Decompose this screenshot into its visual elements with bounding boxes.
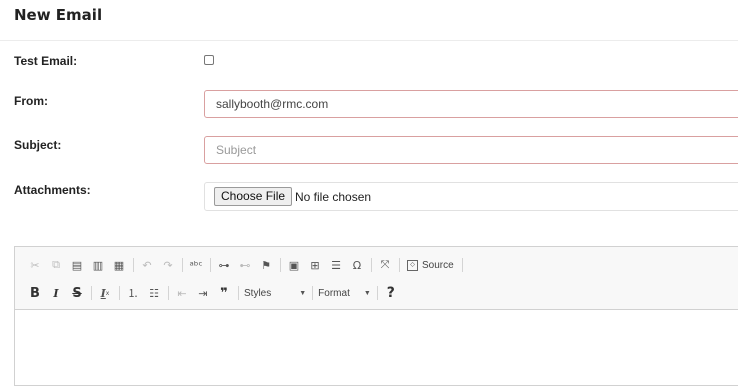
test-email-checkbox[interactable]: [204, 55, 214, 65]
from-input[interactable]: [204, 90, 738, 118]
anchor-icon[interactable]: ⚑: [258, 257, 274, 273]
styles-dropdown[interactable]: Styles ▼: [244, 285, 306, 301]
editor-content-area[interactable]: [15, 310, 738, 387]
page-title: New Email: [14, 6, 103, 24]
paste-word-icon[interactable]: ▦: [111, 257, 127, 273]
toolbar-separator: [461, 258, 463, 272]
toolbar-separator: [91, 286, 92, 300]
format-dropdown[interactable]: Format ▼: [318, 285, 371, 301]
horizontal-rule-icon[interactable]: ☰: [328, 257, 344, 273]
special-char-icon[interactable]: Ω: [349, 257, 365, 273]
maximize-icon[interactable]: ⤧: [377, 257, 393, 273]
toolbar-separator: [376, 286, 378, 300]
choose-file-button[interactable]: Choose File: [214, 187, 293, 206]
toolbar-separator: [399, 258, 400, 272]
indent-icon[interactable]: ⇥: [195, 285, 211, 301]
source-label: Source: [422, 259, 454, 271]
no-file-chosen-text: No file chosen: [295, 190, 372, 204]
attachments-label: Attachments:: [14, 183, 91, 197]
italic-button[interactable]: I: [48, 285, 64, 301]
chevron-down-icon: ▼: [363, 289, 371, 297]
remove-format-icon[interactable]: Ix: [97, 285, 113, 301]
blockquote-icon[interactable]: ❞: [216, 285, 232, 301]
toolbar-separator: [182, 258, 183, 272]
outdent-icon[interactable]: ⇤: [174, 285, 190, 301]
paste-icon[interactable]: ▤: [69, 257, 85, 273]
source-button[interactable]: ◇ Source: [407, 259, 454, 271]
editor-toolbar: ✂ ⧉ ▤ ▥ ▦ ↶ ↷ ᵃᵇᶜ ⊶ ⊷ ⚑ ▣ ⊞ ☰ Ω ⤧ ◇ Sour…: [15, 247, 738, 310]
link-icon[interactable]: ⊶: [216, 257, 232, 273]
attachments-file-input: Choose File No file chosen: [204, 182, 738, 211]
bold-button[interactable]: B: [27, 285, 43, 301]
toolbar-row-2: B I S Ix ⒈ ☷ ⇤ ⇥ ❞ Styles ▼ Format ▼ ?: [27, 283, 404, 303]
chevron-down-icon: ▼: [299, 289, 307, 297]
from-label: From:: [14, 94, 48, 108]
bulleted-list-icon[interactable]: ☷: [146, 285, 162, 301]
toolbar-separator: [168, 286, 169, 300]
source-icon: ◇: [407, 259, 418, 271]
numbered-list-icon[interactable]: ⒈: [125, 285, 141, 301]
table-icon[interactable]: ⊞: [307, 257, 323, 273]
toolbar-separator: [119, 286, 120, 300]
toolbar-separator: [371, 258, 372, 272]
help-button[interactable]: ?: [383, 285, 399, 301]
paste-text-icon[interactable]: ▥: [90, 257, 106, 273]
redo-icon[interactable]: ↷: [160, 257, 176, 273]
subject-label: Subject:: [14, 138, 62, 152]
toolbar-separator: [133, 258, 134, 272]
toolbar-row-1: ✂ ⧉ ▤ ▥ ▦ ↶ ↷ ᵃᵇᶜ ⊶ ⊷ ⚑ ▣ ⊞ ☰ Ω ⤧ ◇ Sour…: [27, 255, 468, 275]
toolbar-separator: [280, 258, 281, 272]
toolbar-separator: [210, 258, 211, 272]
spellcheck-icon[interactable]: ᵃᵇᶜ: [188, 257, 204, 273]
styles-label: Styles: [244, 287, 272, 299]
header-divider: [0, 40, 738, 41]
undo-icon[interactable]: ↶: [139, 257, 155, 273]
toolbar-separator: [312, 286, 314, 300]
cut-icon[interactable]: ✂: [27, 257, 43, 273]
toolbar-separator: [238, 286, 239, 300]
copy-icon[interactable]: ⧉: [48, 257, 64, 273]
subject-input[interactable]: [204, 136, 738, 164]
strike-button[interactable]: S: [69, 285, 85, 301]
format-label: Format: [318, 287, 350, 299]
image-icon[interactable]: ▣: [286, 257, 302, 273]
test-email-label: Test Email:: [14, 54, 78, 68]
unlink-icon[interactable]: ⊷: [237, 257, 253, 273]
rich-text-editor: ✂ ⧉ ▤ ▥ ▦ ↶ ↷ ᵃᵇᶜ ⊶ ⊷ ⚑ ▣ ⊞ ☰ Ω ⤧ ◇ Sour…: [14, 246, 738, 386]
